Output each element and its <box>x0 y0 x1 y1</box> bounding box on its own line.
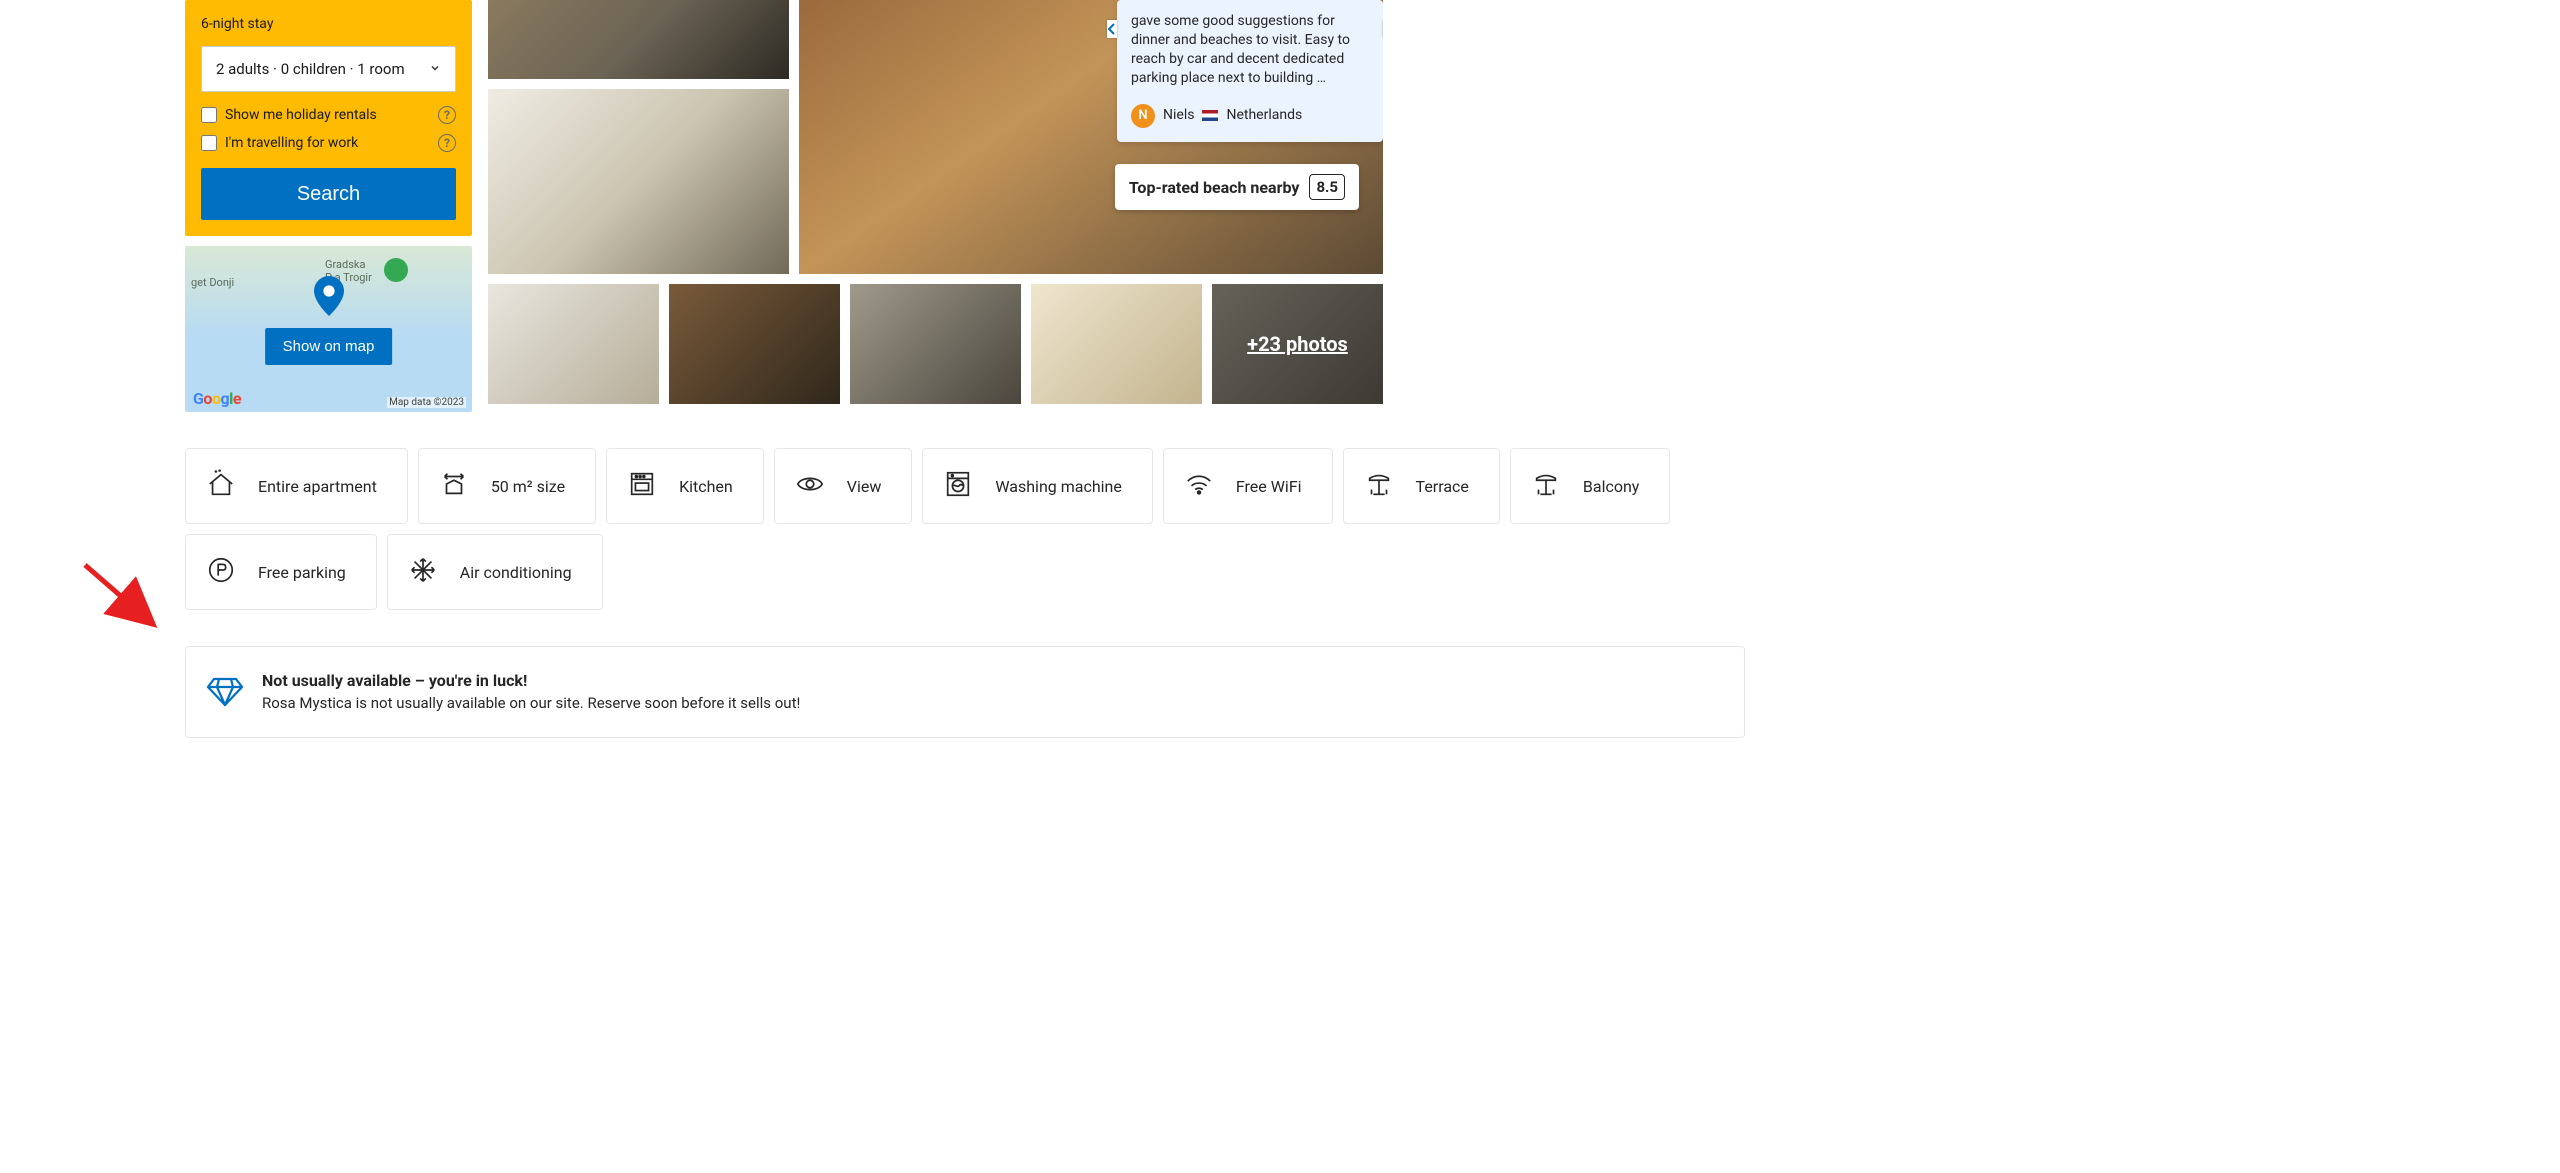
amenity-parking: Free parking <box>185 534 377 610</box>
map-poi-icon <box>384 258 408 282</box>
wifi-icon <box>1184 469 1214 503</box>
gallery-main-photo[interactable]: gave some good suggestions for dinner an… <box>799 0 1383 274</box>
annotation-arrow-icon <box>80 560 160 630</box>
gallery-thumbnail[interactable] <box>1031 284 1202 404</box>
amenity-label: View <box>847 477 882 496</box>
review-author-country: Netherlands <box>1226 106 1302 125</box>
thumbnail-strip: +23 photos <box>488 284 1745 404</box>
amenity-label: Free WiFi <box>1236 477 1302 496</box>
amenity-label: Kitchen <box>679 477 733 496</box>
gallery-thumbnail[interactable] <box>669 284 840 404</box>
amenity-view: View <box>774 448 913 524</box>
amenity-washing: Washing machine <box>922 448 1153 524</box>
amenity-kitchen: Kitchen <box>606 448 764 524</box>
work-travel-input[interactable] <box>201 135 217 151</box>
amenity-label: Free parking <box>258 563 346 582</box>
map-place-label: get Donji <box>191 276 234 289</box>
review-avatar: N <box>1131 104 1155 128</box>
photo-gallery: gave some good suggestions for dinner an… <box>488 0 1745 274</box>
size-icon <box>439 469 469 503</box>
amenity-label: 50 m² size <box>491 477 565 496</box>
amenities-list: Entire apartment 50 m² size Kitchen View… <box>185 448 1745 610</box>
eye-icon <box>795 469 825 503</box>
gallery-thumbnail[interactable] <box>488 284 659 404</box>
banner-title: Not usually available – you're in luck! <box>262 671 800 690</box>
work-travel-label: I'm travelling for work <box>225 135 358 151</box>
gallery-thumbnail[interactable] <box>850 284 1021 404</box>
amenity-balcony: Balcony <box>1510 448 1670 524</box>
review-prev-button[interactable] <box>1107 20 1117 38</box>
amenity-label: Washing machine <box>995 477 1122 496</box>
availability-banner: Not usually available – you're in luck! … <box>185 646 1745 738</box>
help-icon[interactable]: ? <box>438 106 456 124</box>
holiday-rentals-checkbox[interactable]: Show me holiday rentals ? <box>201 106 456 124</box>
gallery-thumbnail-more[interactable]: +23 photos <box>1212 284 1383 404</box>
terrace-icon <box>1364 469 1394 503</box>
review-author-name: Niels <box>1163 106 1194 125</box>
work-travel-checkbox[interactable]: I'm travelling for work ? <box>201 134 456 152</box>
amenity-label: Air conditioning <box>460 563 572 582</box>
beach-badge-label: Top-rated beach nearby <box>1129 178 1300 197</box>
snowflake-icon <box>408 555 438 589</box>
holiday-rentals-input[interactable] <box>201 107 217 123</box>
map-attribution: Map data ©2023 <box>387 397 466 408</box>
amenity-ac: Air conditioning <box>387 534 603 610</box>
guests-select[interactable]: 2 adults · 0 children · 1 room <box>201 46 456 92</box>
amenity-label: Terrace <box>1416 477 1469 496</box>
netherlands-flag-icon <box>1202 110 1218 121</box>
guests-value: 2 adults · 0 children · 1 room <box>216 60 405 78</box>
google-logo: Google <box>193 389 241 408</box>
beach-badge-score: 8.5 <box>1309 174 1345 200</box>
amenity-apartment: Entire apartment <box>185 448 408 524</box>
help-icon[interactable]: ? <box>438 134 456 152</box>
stay-length-label: 6-night stay <box>201 16 456 32</box>
review-snippet: gave some good suggestions for dinner an… <box>1131 12 1369 88</box>
gallery-photo[interactable] <box>488 89 789 274</box>
parking-icon <box>206 555 236 589</box>
more-photos-label: +23 photos <box>1212 284 1383 404</box>
house-icon <box>206 469 236 503</box>
oven-icon <box>627 469 657 503</box>
balcony-icon <box>1531 469 1561 503</box>
amenity-label: Balcony <box>1583 477 1639 496</box>
beach-rating-badge[interactable]: Top-rated beach nearby 8.5 <box>1115 164 1359 210</box>
search-button[interactable]: Search <box>201 168 456 220</box>
amenity-label: Entire apartment <box>258 477 377 496</box>
holiday-rentals-label: Show me holiday rentals <box>225 107 377 123</box>
gem-icon <box>206 671 244 713</box>
gallery-photo[interactable] <box>488 0 789 79</box>
search-box: 6-night stay 2 adults · 0 children · 1 r… <box>185 0 472 236</box>
map-pin-icon <box>314 276 344 316</box>
map-preview[interactable]: get Donji Gradska P a Trogir Show on map… <box>185 246 472 412</box>
washing-machine-icon <box>943 469 973 503</box>
chevron-down-icon <box>429 60 441 78</box>
banner-subtitle: Rosa Mystica is not usually available on… <box>262 694 800 712</box>
guest-review-card[interactable]: gave some good suggestions for dinner an… <box>1117 0 1383 142</box>
amenity-wifi: Free WiFi <box>1163 448 1333 524</box>
amenity-terrace: Terrace <box>1343 448 1500 524</box>
show-on-map-button[interactable]: Show on map <box>265 328 393 365</box>
amenity-size: 50 m² size <box>418 448 596 524</box>
